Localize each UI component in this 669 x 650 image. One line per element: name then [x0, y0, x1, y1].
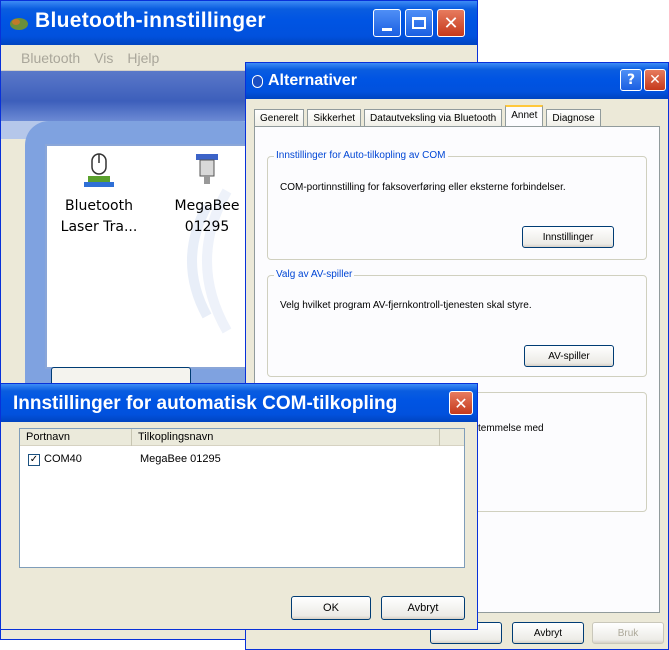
main-window-titlebar[interactable]: Bluetooth-innstillinger ✕ [1, 1, 477, 45]
auto-com-heading: Innstillinger for Auto-tilkopling av COM [274, 150, 448, 161]
options-cancel-button[interactable]: Avbryt [512, 622, 584, 644]
bluetooth-app-icon [10, 18, 28, 30]
device-laser-tracker-line1: Bluetooth [65, 198, 133, 214]
menu-bluetooth[interactable]: Bluetooth [21, 50, 80, 66]
av-player-group: Valg av AV-spiller Velg hvilket program … [267, 269, 647, 377]
com-settings-dialog: Innstillinger for automatisk COM-tilkopl… [0, 383, 478, 630]
com-ok-button[interactable]: OK [291, 596, 371, 620]
close-icon: ✕ [649, 72, 661, 88]
help-button[interactable]: ? [620, 69, 642, 91]
bluetooth-icon [252, 75, 263, 88]
tab-diagnose[interactable]: Diagnose [546, 109, 601, 127]
menu-hjelp[interactable]: Hjelp [127, 50, 159, 66]
options-close-button[interactable]: ✕ [644, 69, 666, 91]
device-megabee-line1: MegaBee [174, 198, 240, 214]
device-laser-tracker-line2: Laser Tra... [60, 219, 138, 235]
tab-annet[interactable]: Annet [505, 105, 544, 127]
close-icon: ✕ [454, 393, 468, 413]
auto-com-group: Innstillinger for Auto-tilkopling av COM… [267, 150, 647, 260]
close-icon: ✕ [443, 12, 459, 34]
com-port-list-header: Portnavn Tilkoplingsnavn [20, 429, 464, 446]
device-megabee[interactable]: MegaBee 01295 [167, 152, 247, 238]
row-checkbox[interactable]: ✓ [28, 454, 40, 466]
options-apply-button[interactable]: Bruk [592, 622, 664, 644]
options-title: Alternativer [268, 72, 357, 89]
av-player-heading: Valg av AV-spiller [274, 269, 355, 280]
com-cancel-button[interactable]: Avbryt [381, 596, 465, 620]
help-icon: ? [626, 72, 636, 88]
com-dialog-titlebar[interactable]: Innstillinger for automatisk COM-tilkopl… [1, 384, 477, 422]
av-spiller-button[interactable]: AV-spiller [524, 345, 614, 367]
device-laser-tracker[interactable]: Bluetooth Laser Tra... [53, 152, 145, 238]
maximize-button[interactable] [405, 9, 433, 37]
minimize-icon [382, 27, 392, 31]
main-window-title: Bluetooth-innstillinger [35, 9, 266, 32]
com-dialog-title: Innstillinger for automatisk COM-tilkopl… [13, 393, 398, 414]
menu-vis[interactable]: Vis [94, 50, 113, 66]
row-connection-name: MegaBee 01295 [140, 453, 221, 465]
tab-datautveksling[interactable]: Datautveksling via Bluetooth [364, 109, 503, 127]
mouse-icon [84, 153, 114, 187]
innstillinger-button[interactable]: Innstillinger [522, 226, 614, 248]
options-tabs: Generelt Sikkerhet Datautveksling via Bl… [254, 105, 660, 127]
com-dialog-close-button[interactable]: ✕ [449, 391, 473, 415]
third-group-text: temmelse med [478, 423, 544, 434]
column-portnavn[interactable]: Portnavn [20, 429, 132, 446]
tab-generelt[interactable]: Generelt [254, 109, 305, 127]
device-megabee-line2: 01295 [184, 219, 230, 235]
auto-com-text: COM-portinnstilling for faksoverføring e… [280, 182, 566, 193]
table-row[interactable]: ✓ COM40 MegaBee 01295 [20, 453, 464, 469]
tab-sikkerhet[interactable]: Sikkerhet [307, 109, 362, 127]
options-titlebar[interactable]: Alternativer ? ✕ [246, 63, 668, 99]
column-tilkoplingsnavn[interactable]: Tilkoplingsnavn [132, 429, 440, 446]
close-button[interactable]: ✕ [437, 9, 465, 37]
device-list: Bluetooth Laser Tra... MegaBee 01295 [45, 144, 265, 369]
serial-port-icon [196, 154, 218, 184]
row-port: COM40 [44, 453, 82, 465]
com-port-list: Portnavn Tilkoplingsnavn ✓ COM40 MegaBee… [19, 428, 465, 568]
av-player-text: Velg hvilket program AV-fjernkontroll-tj… [280, 300, 532, 311]
maximize-icon [412, 17, 426, 29]
minimize-button[interactable] [373, 9, 401, 37]
